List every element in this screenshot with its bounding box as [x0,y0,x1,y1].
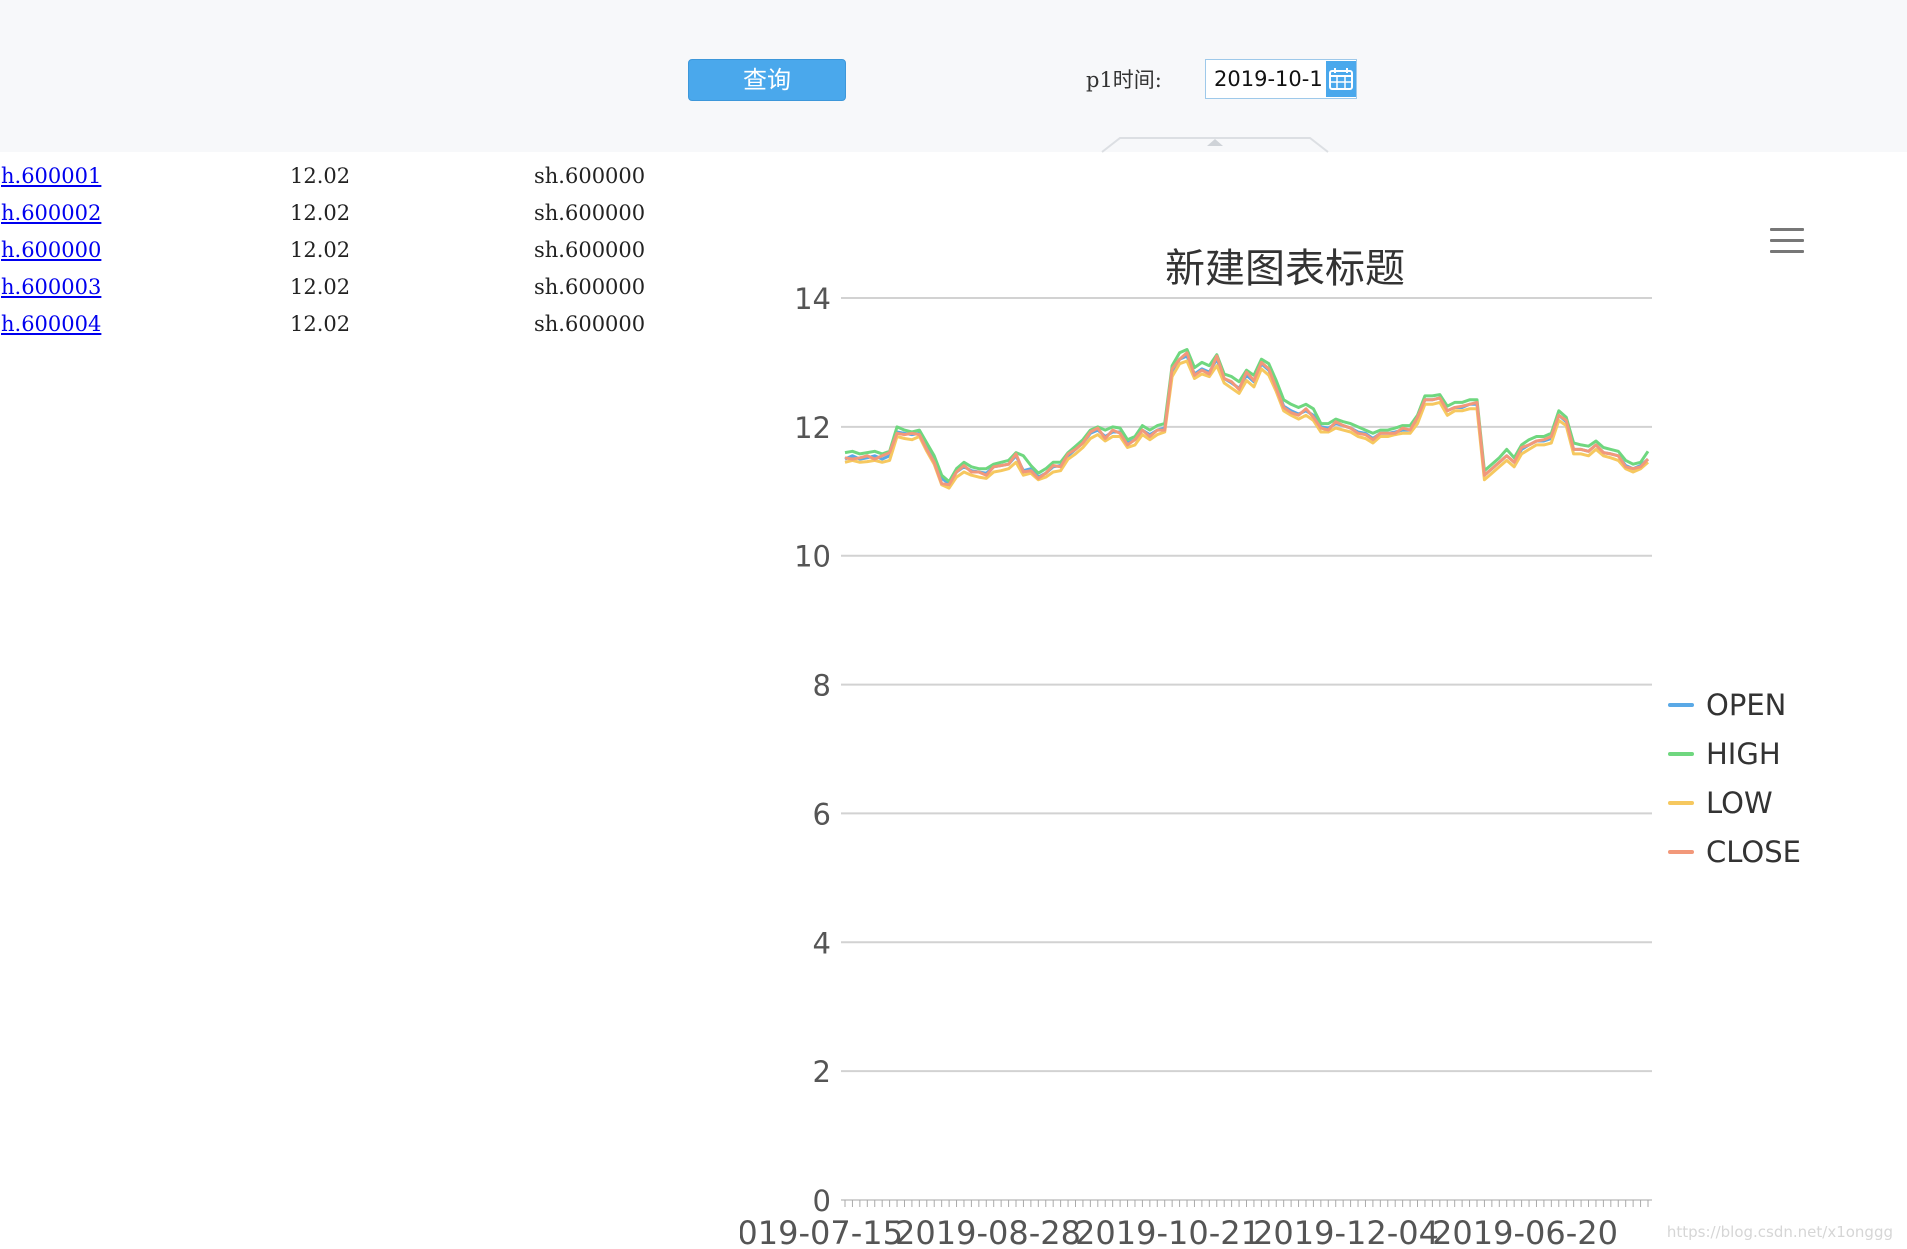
x-tick-label: 2019-12-04 [1253,1214,1439,1249]
y-tick-label: 10 [794,540,831,574]
series-line-high [844,348,1650,484]
calendar-icon[interactable] [1326,61,1356,97]
date-input[interactable] [1206,61,1326,97]
line-chart: 024681012142019-07-152019-08-282019-10-2… [740,200,1900,1249]
legend-swatch [1668,751,1694,756]
series-line-close [844,351,1650,487]
table-row: h.600004 12.02 sh.600000 [0,308,700,345]
x-tick-label: 2019-08-28 [895,1214,1081,1249]
price-cell: 12.02 [290,201,351,225]
legend-item-high[interactable]: HIGH [1668,729,1801,778]
watermark: https://blog.csdn.net/x1onggg [1666,1223,1893,1241]
legend-swatch [1668,800,1694,805]
menu-icon[interactable] [1770,228,1804,258]
legend-item-low[interactable]: LOW [1668,778,1801,827]
ref-cell: sh.600000 [534,275,646,299]
date-label: p1时间: [1086,68,1162,92]
table-row: h.600002 12.02 sh.600000 [0,197,700,234]
y-tick-label: 4 [813,926,831,960]
code-link[interactable]: h.600003 [1,275,101,299]
legend-swatch [1668,849,1694,854]
x-tick-label: 2019-06-20 [1432,1214,1618,1249]
legend-label: LOW [1706,785,1773,820]
stock-table: h.600001 12.02 sh.600000 h.600002 12.02 sh.60… [0,160,700,345]
price-cell: 12.02 [290,312,351,336]
code-link[interactable]: h.600000 [1,238,101,262]
x-tick-label: 2019-10-21 [1075,1214,1261,1249]
code-link[interactable]: h.600002 [1,201,101,225]
ref-cell: sh.600000 [534,201,646,225]
y-tick-label: 6 [813,797,831,831]
y-tick-label: 0 [813,1184,831,1218]
query-button[interactable]: 查询 [688,59,846,101]
table-row: h.600000 12.02 sh.600000 [0,234,700,271]
price-cell: 12.02 [290,275,351,299]
code-link[interactable]: h.600001 [1,164,101,188]
page: 查询 p1时间: h.60000112.02sh.600000h.6000021 [0,0,1907,1249]
ref-cell: sh.600000 [534,238,646,262]
y-tick-label: 2 [813,1055,831,1089]
date-picker [1205,59,1357,99]
collapse-handle-icon[interactable] [1100,136,1330,154]
ref-cell: sh.600000 [534,312,646,336]
legend-label: OPEN [1706,687,1787,722]
y-tick-label: 12 [794,411,831,445]
toolbar: 查询 p1时间: [0,0,1907,154]
ref-cell: sh.600000 [534,164,646,188]
chart-legend: OPEN HIGH LOW CLOSE [1668,680,1801,876]
legend-item-close[interactable]: CLOSE [1668,827,1801,876]
legend-label: HIGH [1706,736,1781,771]
legend-label: CLOSE [1706,834,1801,869]
code-link[interactable]: h.600004 [1,312,101,336]
y-tick-label: 8 [813,669,831,703]
price-cell: 12.02 [290,238,351,262]
table-row: h.600001 12.02 sh.600000 [0,160,700,197]
price-cell: 12.02 [290,164,351,188]
legend-item-open[interactable]: OPEN [1668,680,1801,729]
legend-swatch [1668,702,1694,707]
table-row: h.600003 12.02 sh.600000 [0,271,700,308]
x-tick-label: 2019-07-15 [740,1214,903,1249]
chart-title: 新建图表标题 [1165,246,1405,292]
